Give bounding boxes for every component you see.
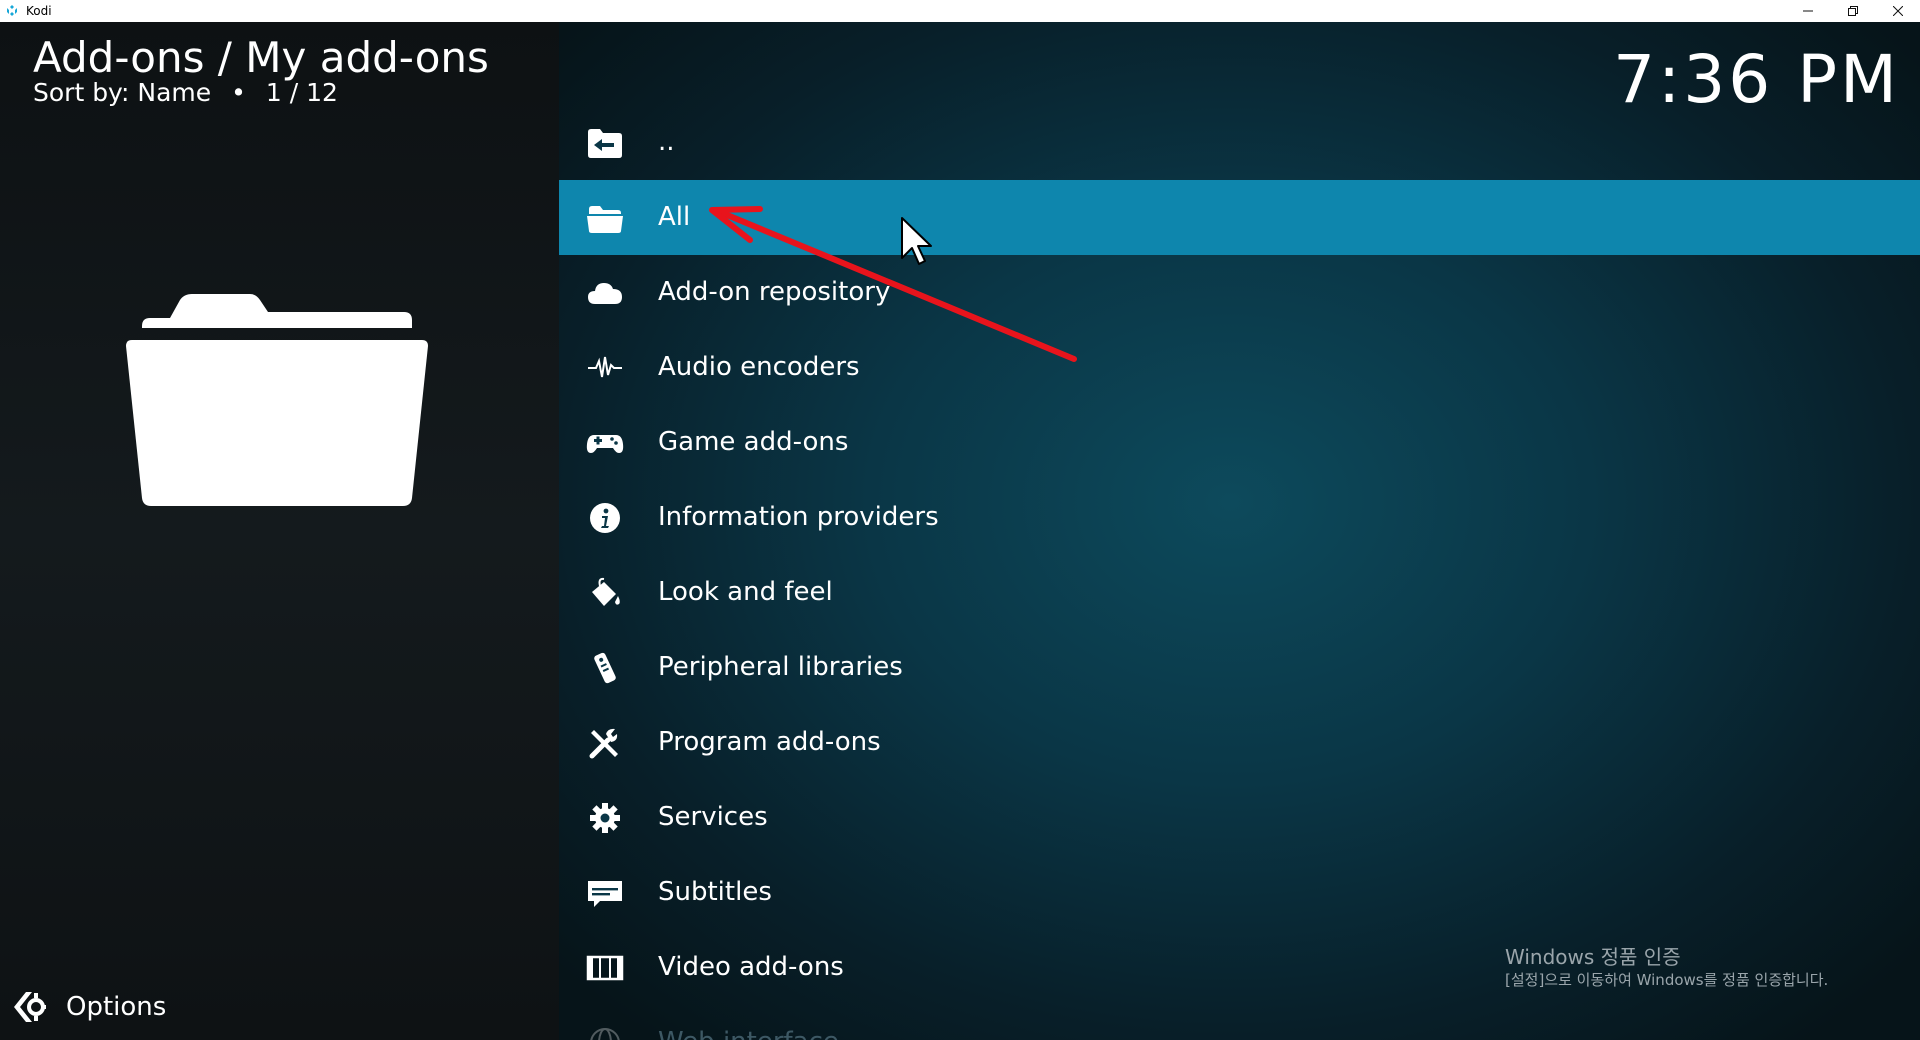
watermark-subtitle: [설정]으로 이동하여 Windows를 정품 인증합니다. — [1505, 971, 1829, 989]
watermark-title: Windows 정품 인증 — [1505, 945, 1681, 969]
list-item-label: .. — [658, 127, 675, 157]
tools-icon — [585, 725, 625, 761]
restore-icon — [1847, 6, 1858, 16]
folder-icon — [126, 294, 428, 506]
back-folder-icon — [585, 125, 625, 161]
list-item-label: Information providers — [658, 502, 939, 532]
minimize-icon — [1802, 10, 1813, 12]
gear-icon — [585, 800, 625, 836]
page-title: Add-ons / My add-ons — [33, 33, 489, 82]
list-item-subtitles[interactable]: Subtitles — [559, 855, 1920, 930]
list-item-all[interactable]: All — [559, 180, 1920, 255]
options-label: Options — [66, 992, 167, 1022]
list-item-label: Subtitles — [658, 877, 772, 907]
window-titlebar: Kodi — [0, 0, 1920, 23]
addon-category-list: .. All Add-on repository Audio encoders … — [559, 105, 1920, 1040]
close-icon — [1892, 6, 1903, 16]
list-item-program-addons[interactable]: Program add-ons — [559, 705, 1920, 780]
list-item-peripheral-libraries[interactable]: Peripheral libraries — [559, 630, 1920, 705]
film-icon — [585, 950, 625, 986]
list-item-parent[interactable]: .. — [559, 105, 1920, 180]
list-item-audio-encoders[interactable]: Audio encoders — [559, 330, 1920, 405]
kodi-app: Add-ons / My add-ons Sort by: Name • 1 /… — [0, 22, 1920, 1040]
list-item-label: Add-on repository — [658, 277, 891, 307]
globe-icon — [585, 1025, 625, 1040]
waveform-icon — [585, 350, 625, 386]
list-item-label: Audio encoders — [658, 352, 860, 382]
list-item-label: All — [658, 202, 691, 232]
options-icon — [14, 992, 46, 1022]
list-item-label: Program add-ons — [658, 727, 881, 757]
list-item-web-interface[interactable]: Web interface — [559, 1005, 1920, 1040]
sort-label[interactable]: Sort by: Name — [33, 78, 211, 108]
list-item-services[interactable]: Services — [559, 780, 1920, 855]
subtitles-icon — [585, 875, 625, 911]
left-panel: Add-ons / My add-ons Sort by: Name • 1 /… — [0, 22, 559, 1040]
list-item-game-addons[interactable]: Game add-ons — [559, 405, 1920, 480]
remote-icon — [585, 650, 625, 686]
restore-button[interactable] — [1830, 0, 1875, 22]
cloud-icon — [585, 275, 625, 311]
window-title: Kodi — [26, 4, 52, 18]
list-item-information-providers[interactable]: Information providers — [559, 480, 1920, 555]
kodi-logo-icon — [4, 3, 20, 19]
list-item-label: Game add-ons — [658, 427, 849, 457]
list-item-label: Web interface — [658, 1005, 839, 1040]
folder-icon — [585, 200, 625, 236]
list-item-label: Look and feel — [658, 577, 833, 607]
list-item-label: Peripheral libraries — [658, 652, 903, 682]
separator-dot: • — [231, 78, 246, 107]
options-button[interactable]: Options — [12, 987, 166, 1027]
sort-info: Sort by: Name • 1 / 12 — [33, 78, 338, 108]
list-item-look-and-feel[interactable]: Look and feel — [559, 555, 1920, 630]
minimize-button[interactable] — [1785, 0, 1830, 22]
list-item-label: Services — [658, 802, 768, 832]
info-icon — [585, 500, 625, 536]
paint-bucket-icon — [585, 575, 625, 611]
list-item-label: Video add-ons — [658, 952, 844, 982]
list-item-addon-repository[interactable]: Add-on repository — [559, 255, 1920, 330]
windows-activation-watermark: Windows 정품 인증 [설정]으로 이동하여 Windows를 정품 인증… — [1505, 944, 1828, 990]
close-button[interactable] — [1875, 0, 1920, 22]
gamepad-icon — [585, 425, 625, 461]
item-position: 1 / 12 — [265, 78, 338, 107]
